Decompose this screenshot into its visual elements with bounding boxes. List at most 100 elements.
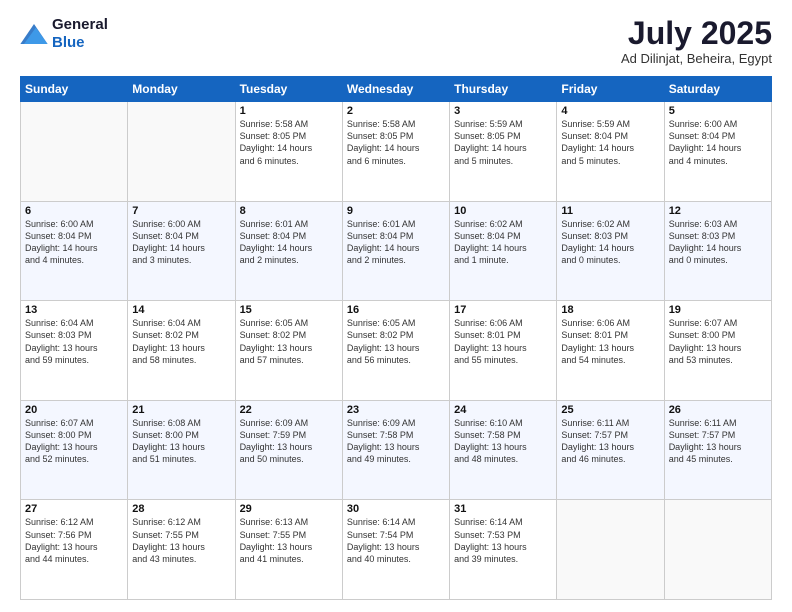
header: General Blue July 2025 Ad Dilinjat, Behe…	[20, 16, 772, 66]
calendar-cell: 2Sunrise: 5:58 AMSunset: 8:05 PMDaylight…	[342, 102, 449, 202]
cell-content: Sunrise: 5:58 AMSunset: 8:05 PMDaylight:…	[240, 118, 338, 167]
calendar-cell: 8Sunrise: 6:01 AMSunset: 8:04 PMDaylight…	[235, 201, 342, 301]
day-number: 19	[669, 304, 767, 316]
day-number: 20	[25, 404, 123, 416]
calendar-cell	[128, 102, 235, 202]
calendar-cell: 22Sunrise: 6:09 AMSunset: 7:59 PMDayligh…	[235, 400, 342, 500]
cell-content: Sunrise: 6:06 AMSunset: 8:01 PMDaylight:…	[454, 317, 552, 366]
day-number: 5	[669, 105, 767, 117]
calendar-week-4: 20Sunrise: 6:07 AMSunset: 8:00 PMDayligh…	[21, 400, 772, 500]
calendar-cell: 25Sunrise: 6:11 AMSunset: 7:57 PMDayligh…	[557, 400, 664, 500]
day-number: 24	[454, 404, 552, 416]
calendar-table: SundayMondayTuesdayWednesdayThursdayFrid…	[20, 76, 772, 600]
calendar-header-row: SundayMondayTuesdayWednesdayThursdayFrid…	[21, 77, 772, 102]
cell-content: Sunrise: 6:09 AMSunset: 7:58 PMDaylight:…	[347, 417, 445, 466]
day-number: 23	[347, 404, 445, 416]
day-number: 2	[347, 105, 445, 117]
day-number: 27	[25, 503, 123, 515]
calendar-header-friday: Friday	[557, 77, 664, 102]
cell-content: Sunrise: 6:00 AMSunset: 8:04 PMDaylight:…	[25, 218, 123, 267]
calendar-cell: 4Sunrise: 5:59 AMSunset: 8:04 PMDaylight…	[557, 102, 664, 202]
day-number: 11	[561, 205, 659, 217]
cell-content: Sunrise: 6:04 AMSunset: 8:03 PMDaylight:…	[25, 317, 123, 366]
calendar-cell: 3Sunrise: 5:59 AMSunset: 8:05 PMDaylight…	[450, 102, 557, 202]
calendar-cell: 27Sunrise: 6:12 AMSunset: 7:56 PMDayligh…	[21, 500, 128, 600]
day-number: 3	[454, 105, 552, 117]
cell-content: Sunrise: 6:05 AMSunset: 8:02 PMDaylight:…	[347, 317, 445, 366]
cell-content: Sunrise: 6:10 AMSunset: 7:58 PMDaylight:…	[454, 417, 552, 466]
logo: General Blue	[20, 16, 108, 52]
calendar-cell: 10Sunrise: 6:02 AMSunset: 8:04 PMDayligh…	[450, 201, 557, 301]
cell-content: Sunrise: 6:08 AMSunset: 8:00 PMDaylight:…	[132, 417, 230, 466]
day-number: 18	[561, 304, 659, 316]
day-number: 7	[132, 205, 230, 217]
calendar-cell	[664, 500, 771, 600]
day-number: 15	[240, 304, 338, 316]
calendar-cell: 15Sunrise: 6:05 AMSunset: 8:02 PMDayligh…	[235, 301, 342, 401]
day-number: 21	[132, 404, 230, 416]
calendar-cell: 20Sunrise: 6:07 AMSunset: 8:00 PMDayligh…	[21, 400, 128, 500]
day-number: 16	[347, 304, 445, 316]
day-number: 4	[561, 105, 659, 117]
cell-content: Sunrise: 6:01 AMSunset: 8:04 PMDaylight:…	[240, 218, 338, 267]
day-number: 22	[240, 404, 338, 416]
day-number: 8	[240, 205, 338, 217]
cell-content: Sunrise: 6:07 AMSunset: 8:00 PMDaylight:…	[25, 417, 123, 466]
cell-content: Sunrise: 6:13 AMSunset: 7:55 PMDaylight:…	[240, 516, 338, 565]
cell-content: Sunrise: 6:14 AMSunset: 7:54 PMDaylight:…	[347, 516, 445, 565]
day-number: 30	[347, 503, 445, 515]
day-number: 9	[347, 205, 445, 217]
day-number: 1	[240, 105, 338, 117]
cell-content: Sunrise: 5:59 AMSunset: 8:04 PMDaylight:…	[561, 118, 659, 167]
cell-content: Sunrise: 6:05 AMSunset: 8:02 PMDaylight:…	[240, 317, 338, 366]
calendar-header-sunday: Sunday	[21, 77, 128, 102]
cell-content: Sunrise: 5:58 AMSunset: 8:05 PMDaylight:…	[347, 118, 445, 167]
calendar-header-saturday: Saturday	[664, 77, 771, 102]
cell-content: Sunrise: 6:07 AMSunset: 8:00 PMDaylight:…	[669, 317, 767, 366]
cell-content: Sunrise: 6:02 AMSunset: 8:03 PMDaylight:…	[561, 218, 659, 267]
calendar-cell: 6Sunrise: 6:00 AMSunset: 8:04 PMDaylight…	[21, 201, 128, 301]
day-number: 12	[669, 205, 767, 217]
calendar-week-3: 13Sunrise: 6:04 AMSunset: 8:03 PMDayligh…	[21, 301, 772, 401]
calendar-cell: 13Sunrise: 6:04 AMSunset: 8:03 PMDayligh…	[21, 301, 128, 401]
calendar-cell: 30Sunrise: 6:14 AMSunset: 7:54 PMDayligh…	[342, 500, 449, 600]
calendar-cell: 5Sunrise: 6:00 AMSunset: 8:04 PMDaylight…	[664, 102, 771, 202]
calendar-cell: 21Sunrise: 6:08 AMSunset: 8:00 PMDayligh…	[128, 400, 235, 500]
calendar-cell: 9Sunrise: 6:01 AMSunset: 8:04 PMDaylight…	[342, 201, 449, 301]
cell-content: Sunrise: 6:03 AMSunset: 8:03 PMDaylight:…	[669, 218, 767, 267]
cell-content: Sunrise: 6:02 AMSunset: 8:04 PMDaylight:…	[454, 218, 552, 267]
cell-content: Sunrise: 6:09 AMSunset: 7:59 PMDaylight:…	[240, 417, 338, 466]
day-number: 29	[240, 503, 338, 515]
cell-content: Sunrise: 6:12 AMSunset: 7:55 PMDaylight:…	[132, 516, 230, 565]
calendar-week-2: 6Sunrise: 6:00 AMSunset: 8:04 PMDaylight…	[21, 201, 772, 301]
calendar-cell: 18Sunrise: 6:06 AMSunset: 8:01 PMDayligh…	[557, 301, 664, 401]
cell-content: Sunrise: 6:11 AMSunset: 7:57 PMDaylight:…	[561, 417, 659, 466]
month-title: July 2025	[621, 16, 772, 51]
cell-content: Sunrise: 6:01 AMSunset: 8:04 PMDaylight:…	[347, 218, 445, 267]
calendar-cell	[557, 500, 664, 600]
day-number: 26	[669, 404, 767, 416]
cell-content: Sunrise: 6:14 AMSunset: 7:53 PMDaylight:…	[454, 516, 552, 565]
calendar-cell: 12Sunrise: 6:03 AMSunset: 8:03 PMDayligh…	[664, 201, 771, 301]
calendar-week-1: 1Sunrise: 5:58 AMSunset: 8:05 PMDaylight…	[21, 102, 772, 202]
calendar-cell: 16Sunrise: 6:05 AMSunset: 8:02 PMDayligh…	[342, 301, 449, 401]
day-number: 14	[132, 304, 230, 316]
calendar-cell: 11Sunrise: 6:02 AMSunset: 8:03 PMDayligh…	[557, 201, 664, 301]
cell-content: Sunrise: 6:11 AMSunset: 7:57 PMDaylight:…	[669, 417, 767, 466]
cell-content: Sunrise: 5:59 AMSunset: 8:05 PMDaylight:…	[454, 118, 552, 167]
calendar-cell: 28Sunrise: 6:12 AMSunset: 7:55 PMDayligh…	[128, 500, 235, 600]
day-number: 13	[25, 304, 123, 316]
calendar-cell	[21, 102, 128, 202]
calendar-cell: 7Sunrise: 6:00 AMSunset: 8:04 PMDaylight…	[128, 201, 235, 301]
day-number: 10	[454, 205, 552, 217]
day-number: 31	[454, 503, 552, 515]
calendar-header-tuesday: Tuesday	[235, 77, 342, 102]
day-number: 17	[454, 304, 552, 316]
day-number: 25	[561, 404, 659, 416]
day-number: 6	[25, 205, 123, 217]
cell-content: Sunrise: 6:00 AMSunset: 8:04 PMDaylight:…	[132, 218, 230, 267]
calendar-cell: 24Sunrise: 6:10 AMSunset: 7:58 PMDayligh…	[450, 400, 557, 500]
cell-content: Sunrise: 6:12 AMSunset: 7:56 PMDaylight:…	[25, 516, 123, 565]
title-block: July 2025 Ad Dilinjat, Beheira, Egypt	[621, 16, 772, 66]
calendar-header-wednesday: Wednesday	[342, 77, 449, 102]
